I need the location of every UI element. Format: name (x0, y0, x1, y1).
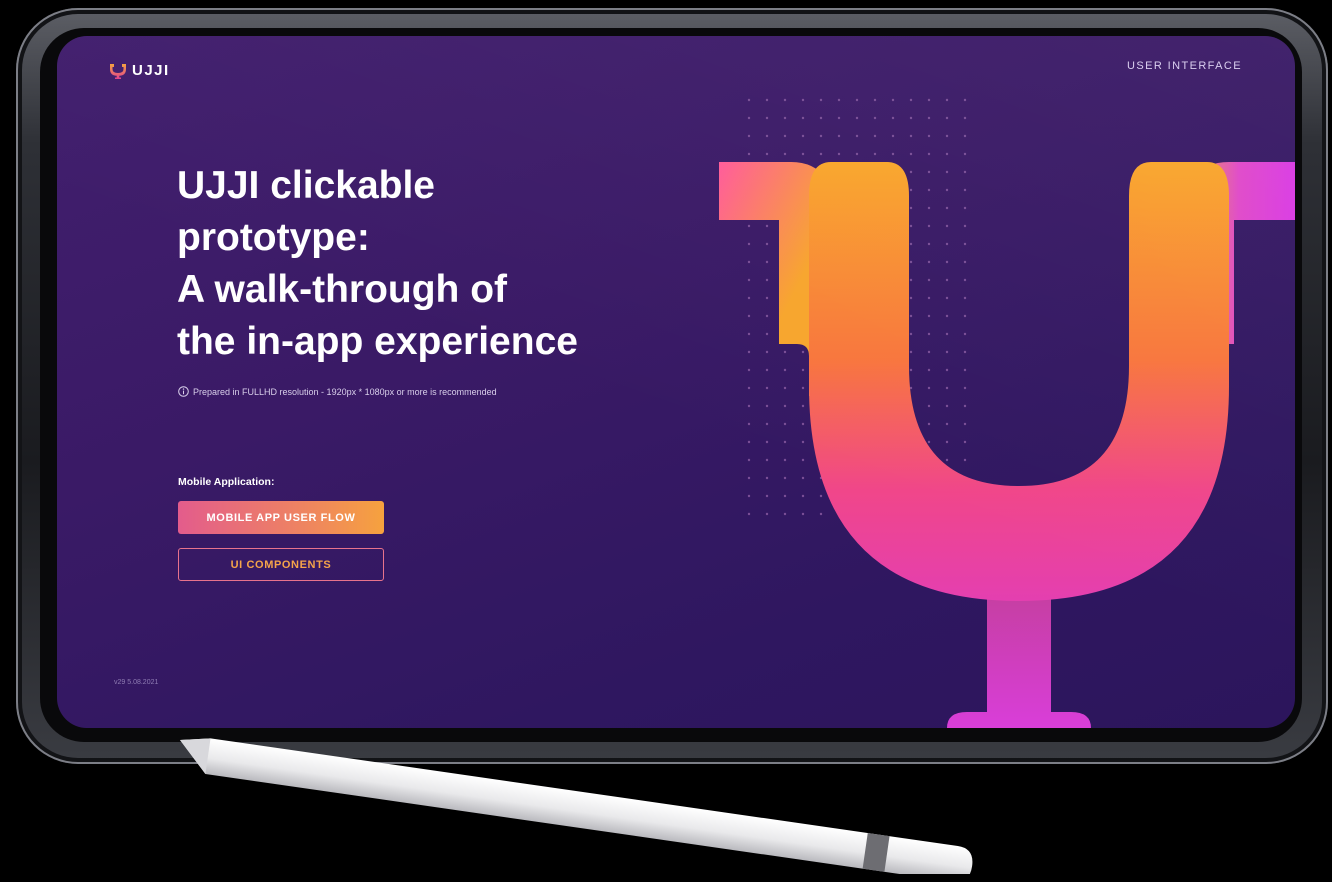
info-icon (178, 386, 189, 397)
app-screen: UJJI USER INTERFACE UJJI clickable proto… (57, 36, 1295, 728)
headline-line: the in-app experience (177, 320, 578, 363)
headline-line: UJJI clickable (177, 164, 435, 207)
headline-line: prototype: (177, 216, 370, 259)
mobile-app-user-flow-button[interactable]: MOBILE APP USER FLOW (178, 501, 384, 534)
brand-logo[interactable]: UJJI (109, 62, 170, 79)
brand-name: UJJI (132, 62, 170, 79)
ui-components-button[interactable]: UI COMPONENTS (178, 548, 384, 581)
ujji-graphic (719, 162, 1295, 728)
version-label: v29 5.08.2021 (114, 679, 159, 686)
resolution-note: Prepared in FULLHD resolution - 1920px *… (178, 386, 497, 397)
stylus-pencil (180, 738, 973, 874)
resolution-note-text: Prepared in FULLHD resolution - 1920px *… (193, 386, 497, 397)
mobile-application-label: Mobile Application: (178, 476, 275, 488)
page-title: UJJI clickable prototype: A walk-through… (177, 160, 717, 368)
ujji-logo-icon (110, 63, 126, 79)
headline-line: A walk-through of (177, 268, 508, 311)
user-interface-link[interactable]: USER INTERFACE (1127, 60, 1242, 72)
